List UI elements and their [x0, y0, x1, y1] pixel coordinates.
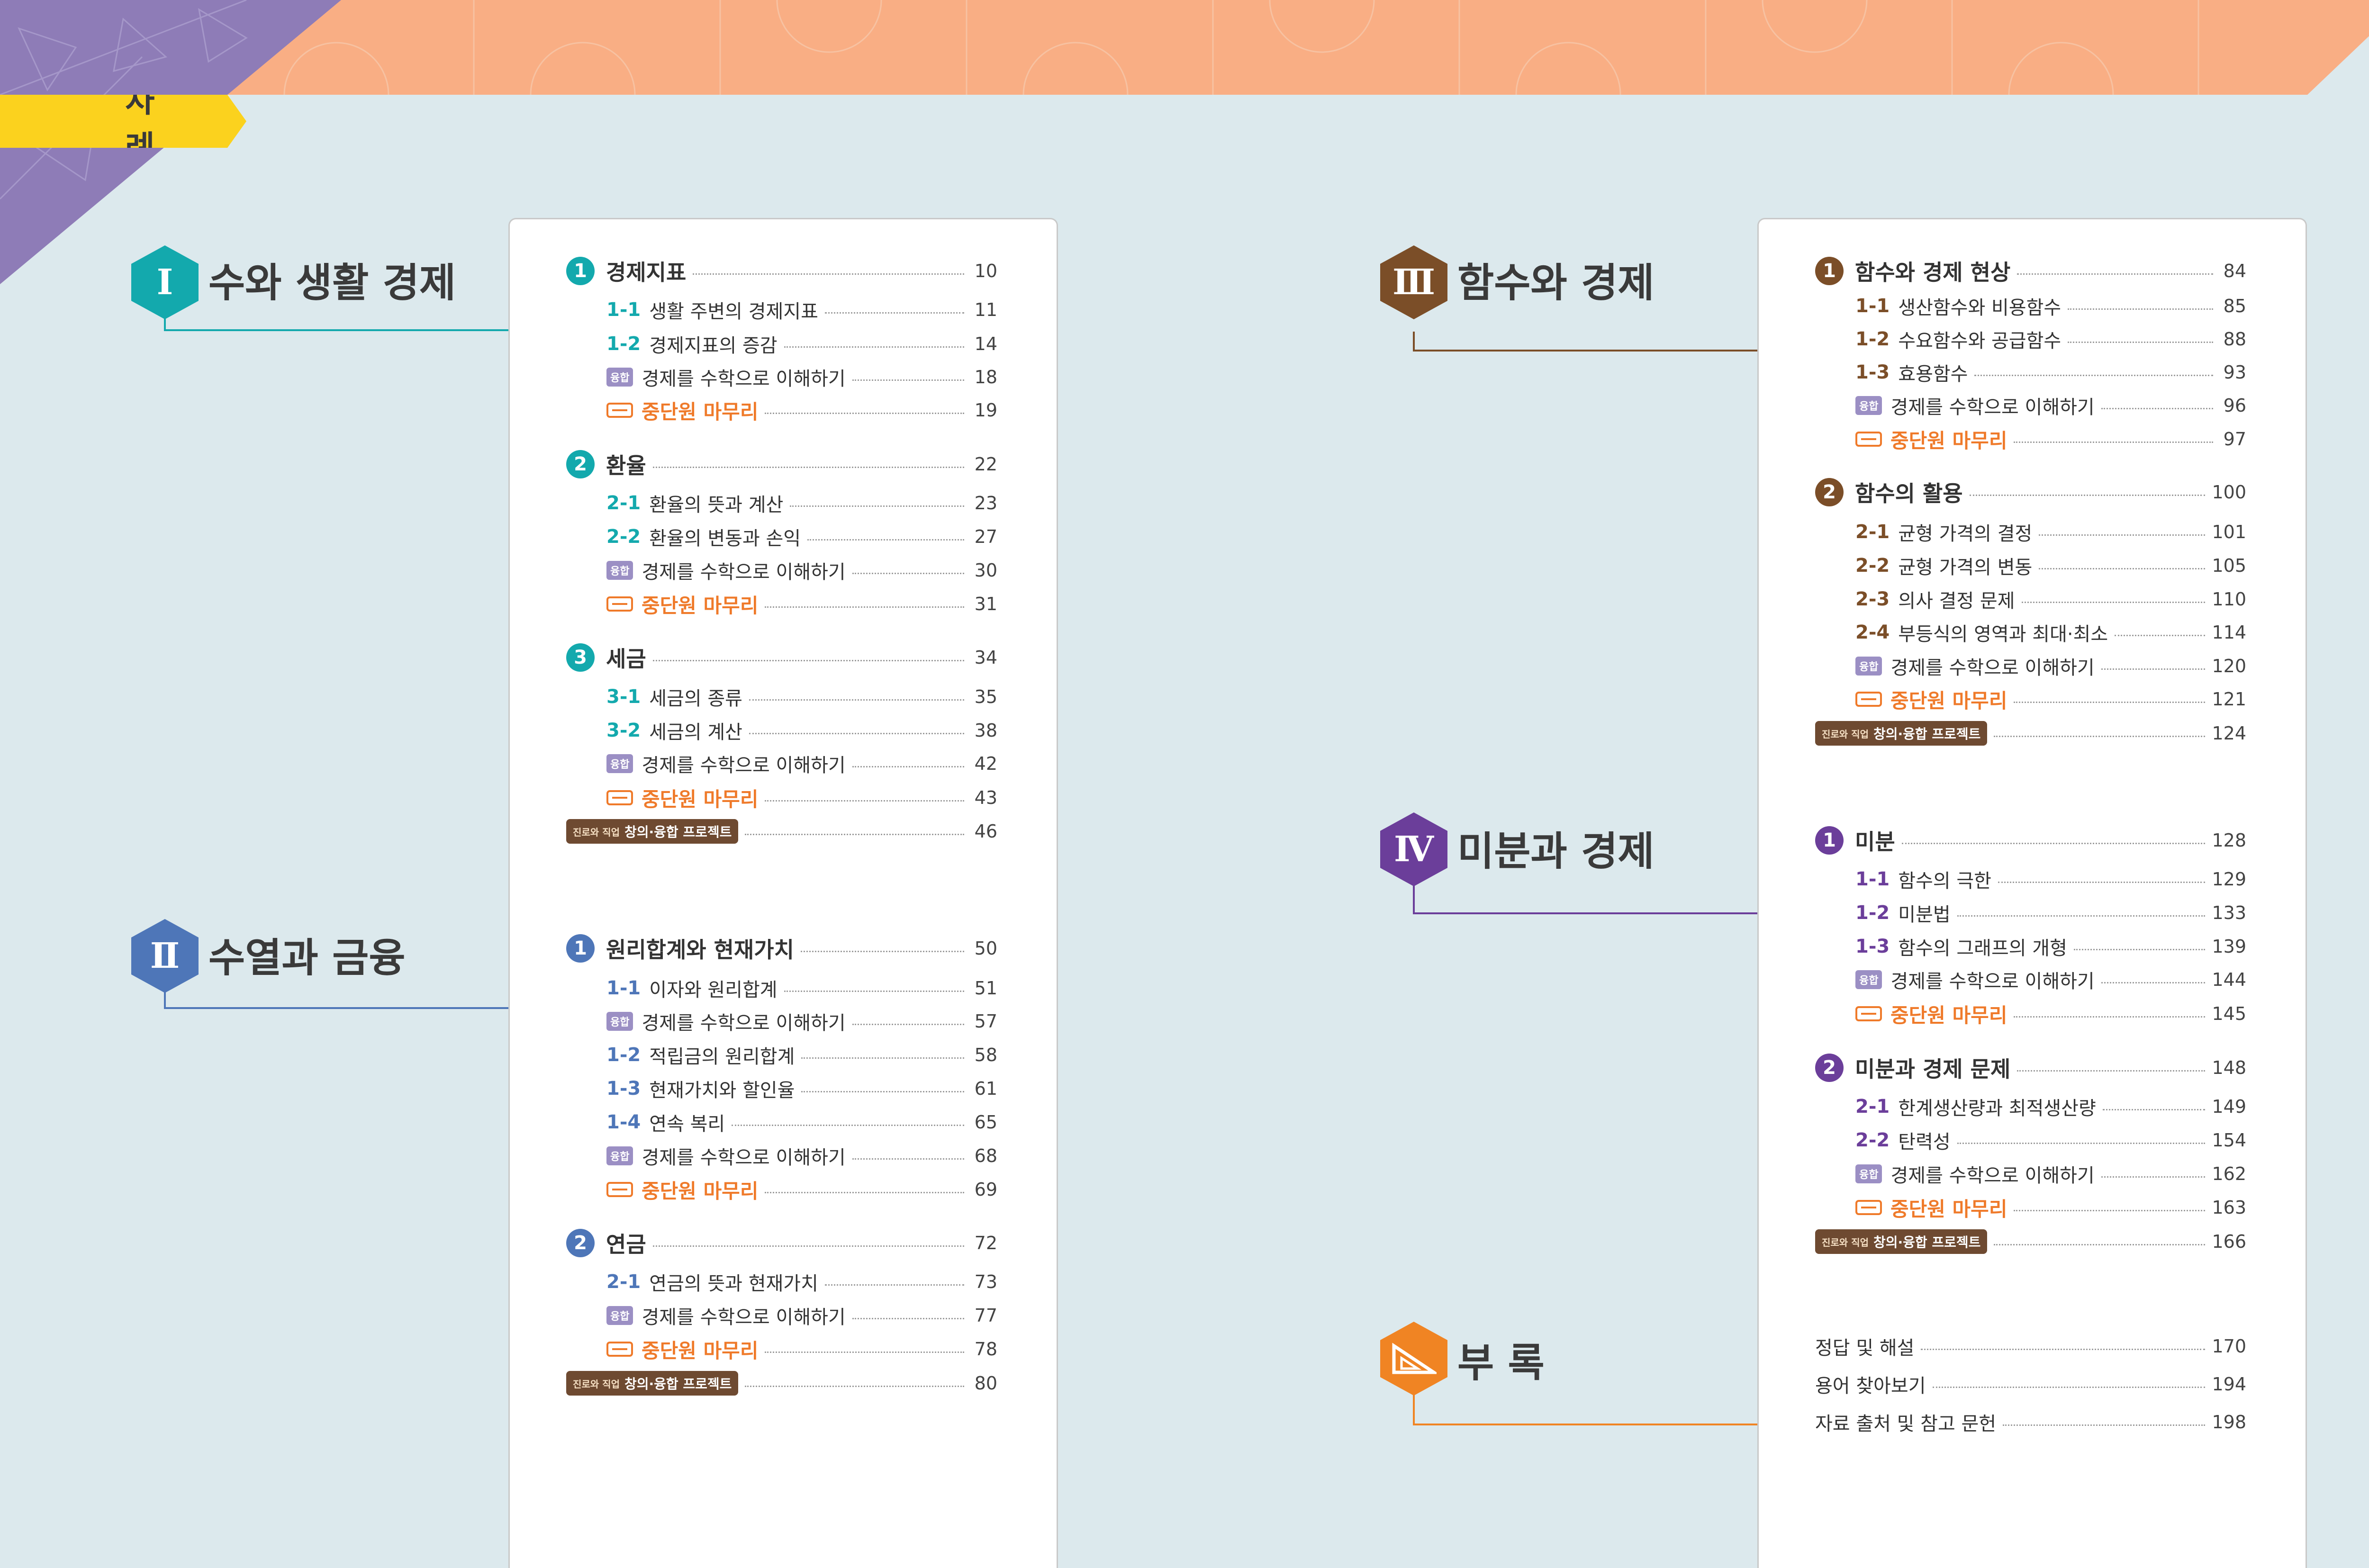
toc-chapter[interactable]: 2 미분과 경제 문제 148	[1815, 1053, 2246, 1083]
toc-application[interactable]: 융합 경제를 수학으로 이해하기 42	[606, 748, 997, 779]
toc-section[interactable]: 1-1 이자와 원리합계 51	[606, 973, 997, 1003]
toc-chapter[interactable]: 1 경제지표 10	[566, 256, 997, 286]
eraser-icon	[606, 1342, 633, 1357]
convergence-tag: 융합	[606, 368, 633, 387]
eraser-icon	[1855, 1006, 1882, 1021]
unit-2-title: 수열과 금융	[208, 935, 406, 981]
toc-section[interactable]: 1-4 연속 복리 65	[606, 1107, 997, 1137]
toc-review[interactable]: 중단원 마무리 97	[1855, 424, 2246, 454]
eraser-icon	[606, 790, 633, 805]
unit-3-title: 함수와 경제	[1457, 260, 1655, 306]
appendix-title: 부 록	[1457, 1340, 1545, 1386]
toc-appendix-item[interactable]: 자료 출처 및 참고 문헌 198	[1815, 1407, 2246, 1437]
toc-section[interactable]: 1-2 경제지표의 증감 14	[606, 329, 997, 359]
toc-review[interactable]: 중단원 마무리 145	[1855, 999, 2246, 1029]
toc-section[interactable]: 2-2 균형 가격의 변동 105	[1855, 550, 2246, 581]
toc-section[interactable]: 1-1 생활 주변의 경제지표 11	[606, 295, 997, 325]
toc-review[interactable]: 중단원 마무리 43	[606, 783, 997, 813]
toc-section[interactable]: 2-2 환율의 변동과 손익 27	[606, 522, 997, 552]
toc-review[interactable]: 중단원 마무리 78	[606, 1334, 997, 1364]
toc-review[interactable]: 중단원 마무리 121	[1855, 684, 2246, 714]
toc-application[interactable]: 융합 경제를 수학으로 이해하기 18	[606, 362, 997, 392]
eraser-icon	[1855, 432, 1882, 447]
toc-application[interactable]: 융합 경제를 수학으로 이해하기 96	[1855, 390, 2246, 421]
toc-section[interactable]: 1-2 미분법 133	[1855, 898, 2246, 928]
toc-application[interactable]: 융합 경제를 수학으로 이해하기 57	[606, 1006, 997, 1036]
toc-project[interactable]: 진로와 직업 창의·융합 프로젝트 80	[566, 1368, 997, 1398]
toc-chapter[interactable]: 1 함수와 경제 현상 84	[1815, 256, 2246, 286]
toc-section[interactable]: 1-3 효용함수 93	[1855, 357, 2246, 387]
toc-review[interactable]: 중단원 마무리 163	[1855, 1192, 2246, 1223]
toc-chapter[interactable]: 2 연금 72	[566, 1228, 997, 1258]
toc-application[interactable]: 융합 경제를 수학으로 이해하기 144	[1855, 964, 2246, 995]
project-badge: 진로와 직업 창의·융합 프로젝트	[1815, 1229, 1988, 1254]
toc-section[interactable]: 2-1 균형 가격의 결정 101	[1855, 517, 2246, 547]
toc-project[interactable]: 진로와 직업 창의·융합 프로젝트 46	[566, 816, 997, 847]
toc-section[interactable]: 1-2 적립금의 원리합계 58	[606, 1040, 997, 1070]
toc-application[interactable]: 융합 경제를 수학으로 이해하기 120	[1855, 651, 2246, 681]
set-square-icon	[1392, 1343, 1437, 1374]
toc-chapter[interactable]: 2 함수의 활용 100	[1815, 477, 2246, 507]
toc-appendix-item[interactable]: 용어 찾아보기 194	[1815, 1369, 2246, 1399]
project-badge: 진로와 직업 창의·융합 프로젝트	[566, 1371, 739, 1396]
toc-chapter[interactable]: 1 미분 128	[1815, 825, 2246, 856]
toc-project[interactable]: 진로와 직업 창의·융합 프로젝트 124	[1815, 718, 2246, 748]
toc-chapter[interactable]: 1 원리합계와 현재가치 50	[566, 933, 997, 964]
toc-section[interactable]: 2-2 탄력성 154	[1855, 1125, 2246, 1155]
toc-appendix-item[interactable]: 정답 및 해설 170	[1815, 1331, 2246, 1361]
unit-1-title: 수와 생활 경제	[208, 260, 456, 306]
unit-4-title: 미분과 경제	[1457, 828, 1655, 874]
eraser-icon	[1855, 1200, 1882, 1215]
toc-section[interactable]: 2-4 부등식의 영역과 최대·최소 114	[1855, 617, 2246, 648]
chapter-title: 경제지표	[606, 260, 687, 285]
toc-application[interactable]: 융합 경제를 수학으로 이해하기 30	[606, 555, 997, 586]
toc-section[interactable]: 3-2 세금의 계산 38	[606, 715, 997, 746]
toc-chapter[interactable]: 3 세금 34	[566, 642, 997, 673]
toc-section[interactable]: 1-1 생산함수와 비용함수 85	[1855, 291, 2246, 321]
toc-project[interactable]: 진로와 직업 창의·융합 프로젝트 166	[1815, 1226, 2246, 1257]
eraser-icon	[606, 1182, 633, 1197]
toc-section[interactable]: 1-3 현재가치와 할인율 61	[606, 1073, 997, 1104]
toc-application[interactable]: 융합 경제를 수학으로 이해하기 162	[1855, 1159, 2246, 1189]
toc-application[interactable]: 융합 경제를 수학으로 이해하기 68	[606, 1141, 997, 1171]
chapter-number: 2	[566, 450, 595, 478]
eraser-icon	[606, 596, 633, 612]
page-number: 10	[974, 261, 997, 281]
toc-section[interactable]: 2-1 한계생산량과 최적생산량 149	[1855, 1091, 2246, 1122]
toc-section[interactable]: 2-1 환율의 뜻과 계산 23	[606, 488, 997, 518]
eraser-icon	[1855, 692, 1882, 707]
toc-review[interactable]: 중단원 마무리 69	[606, 1174, 997, 1205]
toc-section[interactable]: 1-2 수요함수와 공급함수 88	[1855, 324, 2246, 354]
toc-application[interactable]: 융합 경제를 수학으로 이해하기 77	[606, 1300, 997, 1331]
toc-section[interactable]: 2-3 의사 결정 문제 110	[1855, 584, 2246, 614]
toc-section[interactable]: 3-1 세금의 종류 35	[606, 682, 997, 712]
project-badge: 진로와 직업 창의·융합 프로젝트	[566, 819, 739, 844]
toc-section[interactable]: 1-3 함수의 그래프의 개형 139	[1855, 931, 2246, 962]
eraser-icon	[606, 403, 633, 418]
toc-section[interactable]: 2-1 연금의 뜻과 현재가치 73	[606, 1267, 997, 1297]
toc-section[interactable]: 1-1 함수의 극한 129	[1855, 864, 2246, 894]
toc-chapter[interactable]: 2 환율 22	[566, 449, 997, 479]
toc-review[interactable]: 중단원 마무리 19	[606, 395, 997, 425]
chapter-number: 1	[566, 257, 595, 285]
toc-review[interactable]: 중단원 마무리 31	[606, 589, 997, 619]
project-badge: 진로와 직업 창의·융합 프로젝트	[1815, 721, 1988, 746]
